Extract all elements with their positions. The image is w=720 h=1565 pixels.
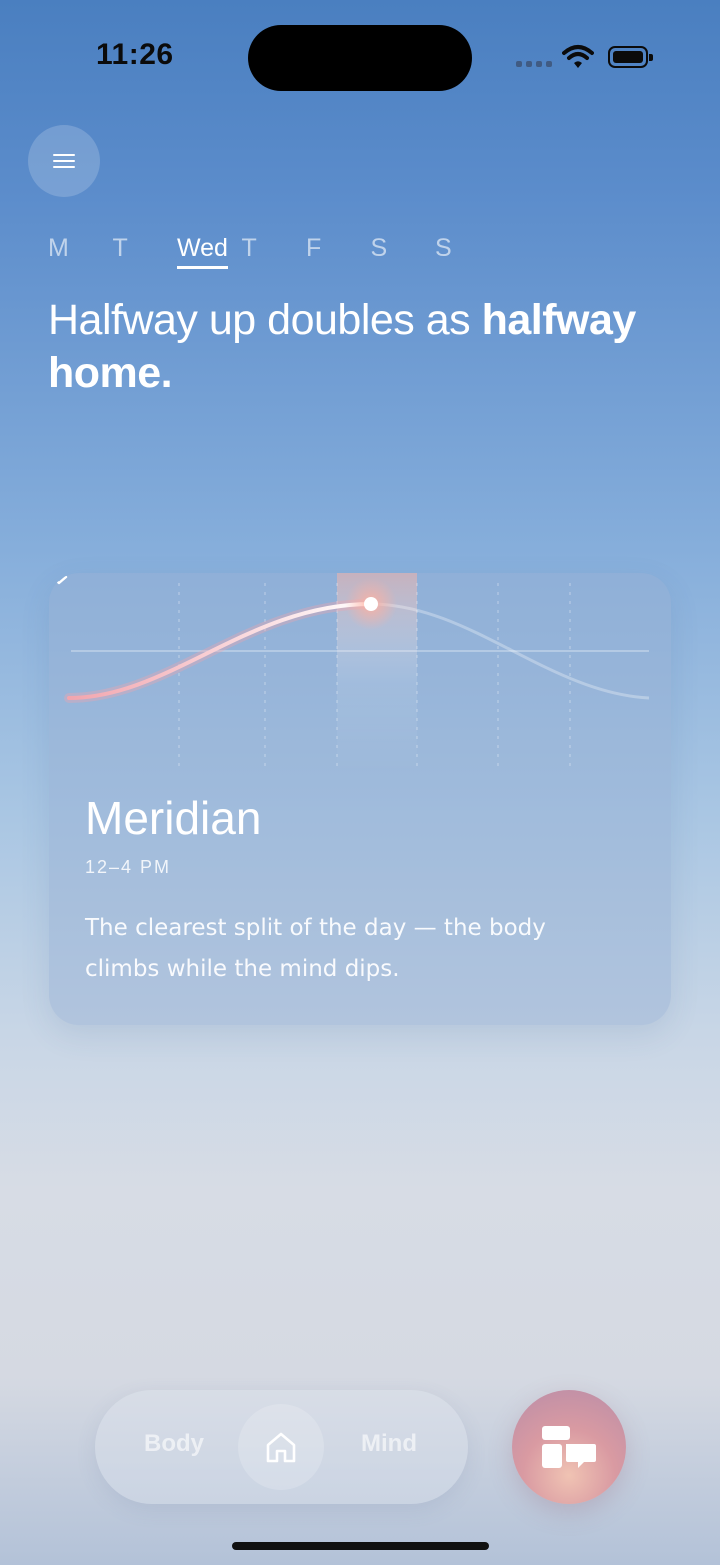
rhythm-curve-graphic	[64, 573, 650, 773]
daily-headline: Halfway up doubles as halfway home.	[48, 294, 668, 400]
phase-description: The clearest split of the day — the body…	[85, 915, 546, 982]
tab-home[interactable]	[238, 1404, 324, 1490]
dynamic-island	[248, 25, 472, 91]
chat-icon	[542, 1426, 596, 1468]
day-friday[interactable]: F	[306, 234, 371, 263]
status-time: 11:26	[96, 38, 174, 71]
menu-button[interactable]	[28, 125, 100, 197]
headline-text: Halfway up doubles as	[48, 296, 482, 344]
day-saturday[interactable]: S	[371, 234, 436, 263]
wifi-icon	[562, 45, 594, 68]
bottom-tab-bar: Body Mind	[95, 1390, 468, 1504]
day-wednesday[interactable]: Wed	[177, 234, 242, 269]
home-indicator	[232, 1542, 489, 1550]
day-tuesday[interactable]: T	[113, 234, 178, 263]
battery-icon	[608, 46, 653, 68]
day-monday[interactable]: M	[48, 234, 113, 263]
day-thursday[interactable]: T	[242, 234, 307, 263]
week-day-selector: M T Wed T F S S	[48, 234, 500, 269]
tab-mind[interactable]: Mind	[361, 1430, 417, 1458]
phase-title: Meridian	[85, 792, 262, 844]
chevron-down-icon[interactable]	[49, 573, 69, 587]
chat-button[interactable]	[512, 1390, 626, 1504]
current-time-marker	[364, 597, 378, 611]
menu-icon	[53, 150, 75, 172]
home-icon	[266, 1432, 296, 1463]
signal-icon	[516, 61, 552, 69]
tab-body[interactable]: Body	[144, 1430, 204, 1458]
day-sunday[interactable]: S	[435, 234, 500, 263]
phase-time-range: 12–4 PM	[85, 857, 172, 877]
phase-card[interactable]: Meridian 12–4 PM The clearest split of t…	[49, 573, 671, 1025]
